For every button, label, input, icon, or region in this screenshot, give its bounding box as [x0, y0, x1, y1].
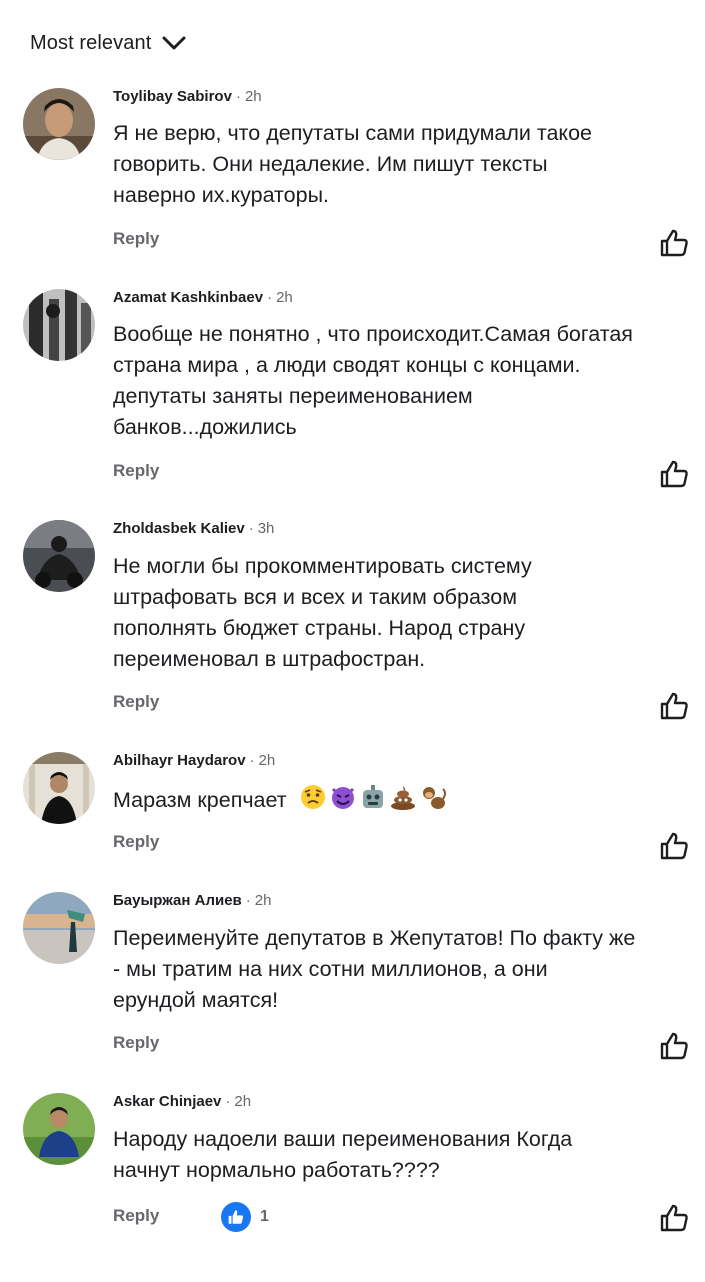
comment-author[interactable]: Abilhayr Haydarov — [113, 752, 246, 769]
reply-button[interactable]: Reply — [113, 229, 159, 249]
comment-text: Не могли бы прокомментировать систему шт… — [113, 554, 532, 671]
reply-button[interactable]: Reply — [113, 692, 159, 712]
reply-button[interactable]: Reply — [113, 832, 159, 852]
avatar[interactable] — [23, 88, 95, 160]
comment-text: Народу надоели ваши переименования Когда… — [113, 1127, 573, 1182]
comment-meta: Azamat Kashkinbaev · 2h — [113, 289, 293, 306]
like-icon[interactable] — [658, 690, 690, 722]
comment-meta: Abilhayr Haydarov · 2h — [113, 752, 276, 769]
comment-text: Переименуйте депутатов в Жепутатов! По ф… — [113, 926, 636, 1012]
comment-meta: Toylibay Sabirov · 2h — [113, 88, 262, 105]
comment-author[interactable]: Askar Chinjaev — [113, 1093, 221, 1110]
comment-meta: Бауыржан Алиев · 2h — [113, 892, 272, 909]
comment-author[interactable]: Бауыржан Алиев — [113, 892, 242, 909]
comment-time: 2h — [254, 892, 272, 909]
comment-meta: Zholdasbek Kaliev · 3h — [113, 520, 275, 537]
comment-text: Я не верю, что депутаты сами придумали т… — [113, 121, 592, 207]
like-icon[interactable] — [658, 830, 690, 862]
sort-label: Most relevant — [30, 31, 152, 54]
avatar[interactable] — [23, 892, 95, 964]
like-icon[interactable] — [658, 1030, 690, 1062]
comment-author[interactable]: Toylibay Sabirov — [113, 88, 232, 105]
smiling-devil-emoji — [329, 783, 357, 820]
comment-meta: Askar Chinjaev · 2h — [113, 1093, 252, 1110]
like-icon[interactable] — [658, 227, 690, 259]
pile-of-poo-emoji — [389, 783, 417, 820]
monkey-emoji — [419, 783, 447, 820]
chevron-down-icon — [161, 34, 187, 52]
comment-time: 2h — [244, 88, 262, 105]
reaction-summary[interactable]: 1 — [221, 1202, 269, 1232]
comment-time: 2h — [276, 289, 293, 306]
avatar[interactable] — [23, 520, 95, 592]
worried-face-emoji — [299, 783, 327, 820]
reply-button[interactable]: Reply — [113, 1033, 159, 1053]
reply-button[interactable]: Reply — [113, 461, 159, 481]
robot-emoji — [359, 783, 387, 820]
reaction-count: 1 — [260, 1208, 269, 1225]
comment-text: Вообще не понятно , что происходит.Самая… — [113, 322, 633, 439]
like-reaction-icon — [221, 1202, 251, 1232]
sort-dropdown[interactable]: Most relevant — [30, 28, 187, 58]
avatar[interactable] — [23, 289, 95, 361]
comment-time: 2h — [234, 1093, 252, 1110]
like-icon[interactable] — [658, 1202, 690, 1234]
comment-time: 2h — [258, 752, 276, 769]
reply-button[interactable]: Reply — [113, 1206, 159, 1226]
avatar[interactable] — [23, 1093, 95, 1165]
comment-author[interactable]: Azamat Kashkinbaev — [113, 289, 263, 306]
like-icon[interactable] — [658, 458, 690, 490]
comment-author[interactable]: Zholdasbek Kaliev — [113, 520, 245, 537]
avatar[interactable] — [23, 752, 95, 824]
comment-time: 3h — [257, 520, 275, 537]
comment-text: Маразм крепчает — [113, 783, 698, 820]
